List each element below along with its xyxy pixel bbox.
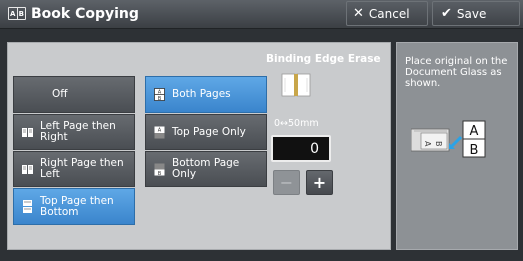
svg-text:B: B <box>158 96 162 101</box>
diagram-label-b-rotated: B <box>434 141 443 147</box>
diagram-label-a-rotated: A <box>423 141 432 147</box>
cancel-button[interactable]: ✕ Cancel <box>346 1 428 26</box>
erase-value-input[interactable]: 0 <box>271 135 331 162</box>
option-label: Top Page then Bottom <box>40 194 114 218</box>
binding-edge-erase-title: Binding Edge Erase <box>266 53 381 65</box>
diagram-label-b: B <box>470 143 479 158</box>
diagram-label-a: A <box>470 124 479 139</box>
cancel-label: Cancel <box>368 6 410 21</box>
option-label: Bottom Page Only <box>172 157 240 180</box>
svg-text:A: A <box>158 127 162 133</box>
page-title: Book Copying <box>31 6 139 22</box>
option-left-page-then-right[interactable]: Left Page then Right <box>13 114 135 150</box>
option-label: Off <box>52 88 68 100</box>
top-page-icon: A <box>154 126 165 138</box>
option-label: Both Pages <box>172 88 231 100</box>
option-bottom-page-only[interactable]: B Bottom Page Only <box>145 151 267 187</box>
option-off[interactable]: Off <box>13 76 135 113</box>
svg-text:A: A <box>158 90 162 96</box>
option-top-page-only[interactable]: A Top Page Only <box>145 114 267 150</box>
save-button[interactable]: ✔ Save <box>432 1 520 26</box>
decrease-button[interactable]: − <box>273 170 300 195</box>
instruction-text: Place original on the Document Glass as … <box>405 56 508 89</box>
option-both-pages[interactable]: A B Both Pages <box>145 76 267 113</box>
stacked-pages-icon <box>23 200 32 213</box>
book-copying-icon: AB <box>8 7 26 20</box>
option-label: Left Page then Right <box>40 120 116 143</box>
option-right-page-then-left[interactable]: Right Page then Left <box>13 151 135 187</box>
increase-button[interactable]: + <box>306 170 333 195</box>
document-glass-diagram: A B A B <box>411 120 486 158</box>
svg-text:B: B <box>158 170 162 175</box>
option-top-page-then-bottom[interactable]: Top Page then Bottom <box>13 188 135 225</box>
bottom-page-icon: B <box>154 163 165 176</box>
save-label: Save <box>456 6 487 21</box>
arrow-icon <box>450 135 463 148</box>
binding-edge-book-icon <box>281 73 311 97</box>
close-icon: ✕ <box>353 6 364 21</box>
option-label: Top Page Only <box>172 125 246 138</box>
title-bar: AB Book Copying ✕ Cancel ✔ Save <box>0 0 523 29</box>
open-book-icon <box>22 127 33 137</box>
erase-range-label: 0↔50mm <box>274 118 319 129</box>
checkmark-icon: ✔ <box>441 6 452 21</box>
open-book-icon <box>22 164 33 174</box>
option-label: Right Page then Left <box>40 157 124 180</box>
instruction-panel: Place original on the Document Glass as … <box>396 42 518 250</box>
both-pages-icon: A B <box>154 88 165 101</box>
